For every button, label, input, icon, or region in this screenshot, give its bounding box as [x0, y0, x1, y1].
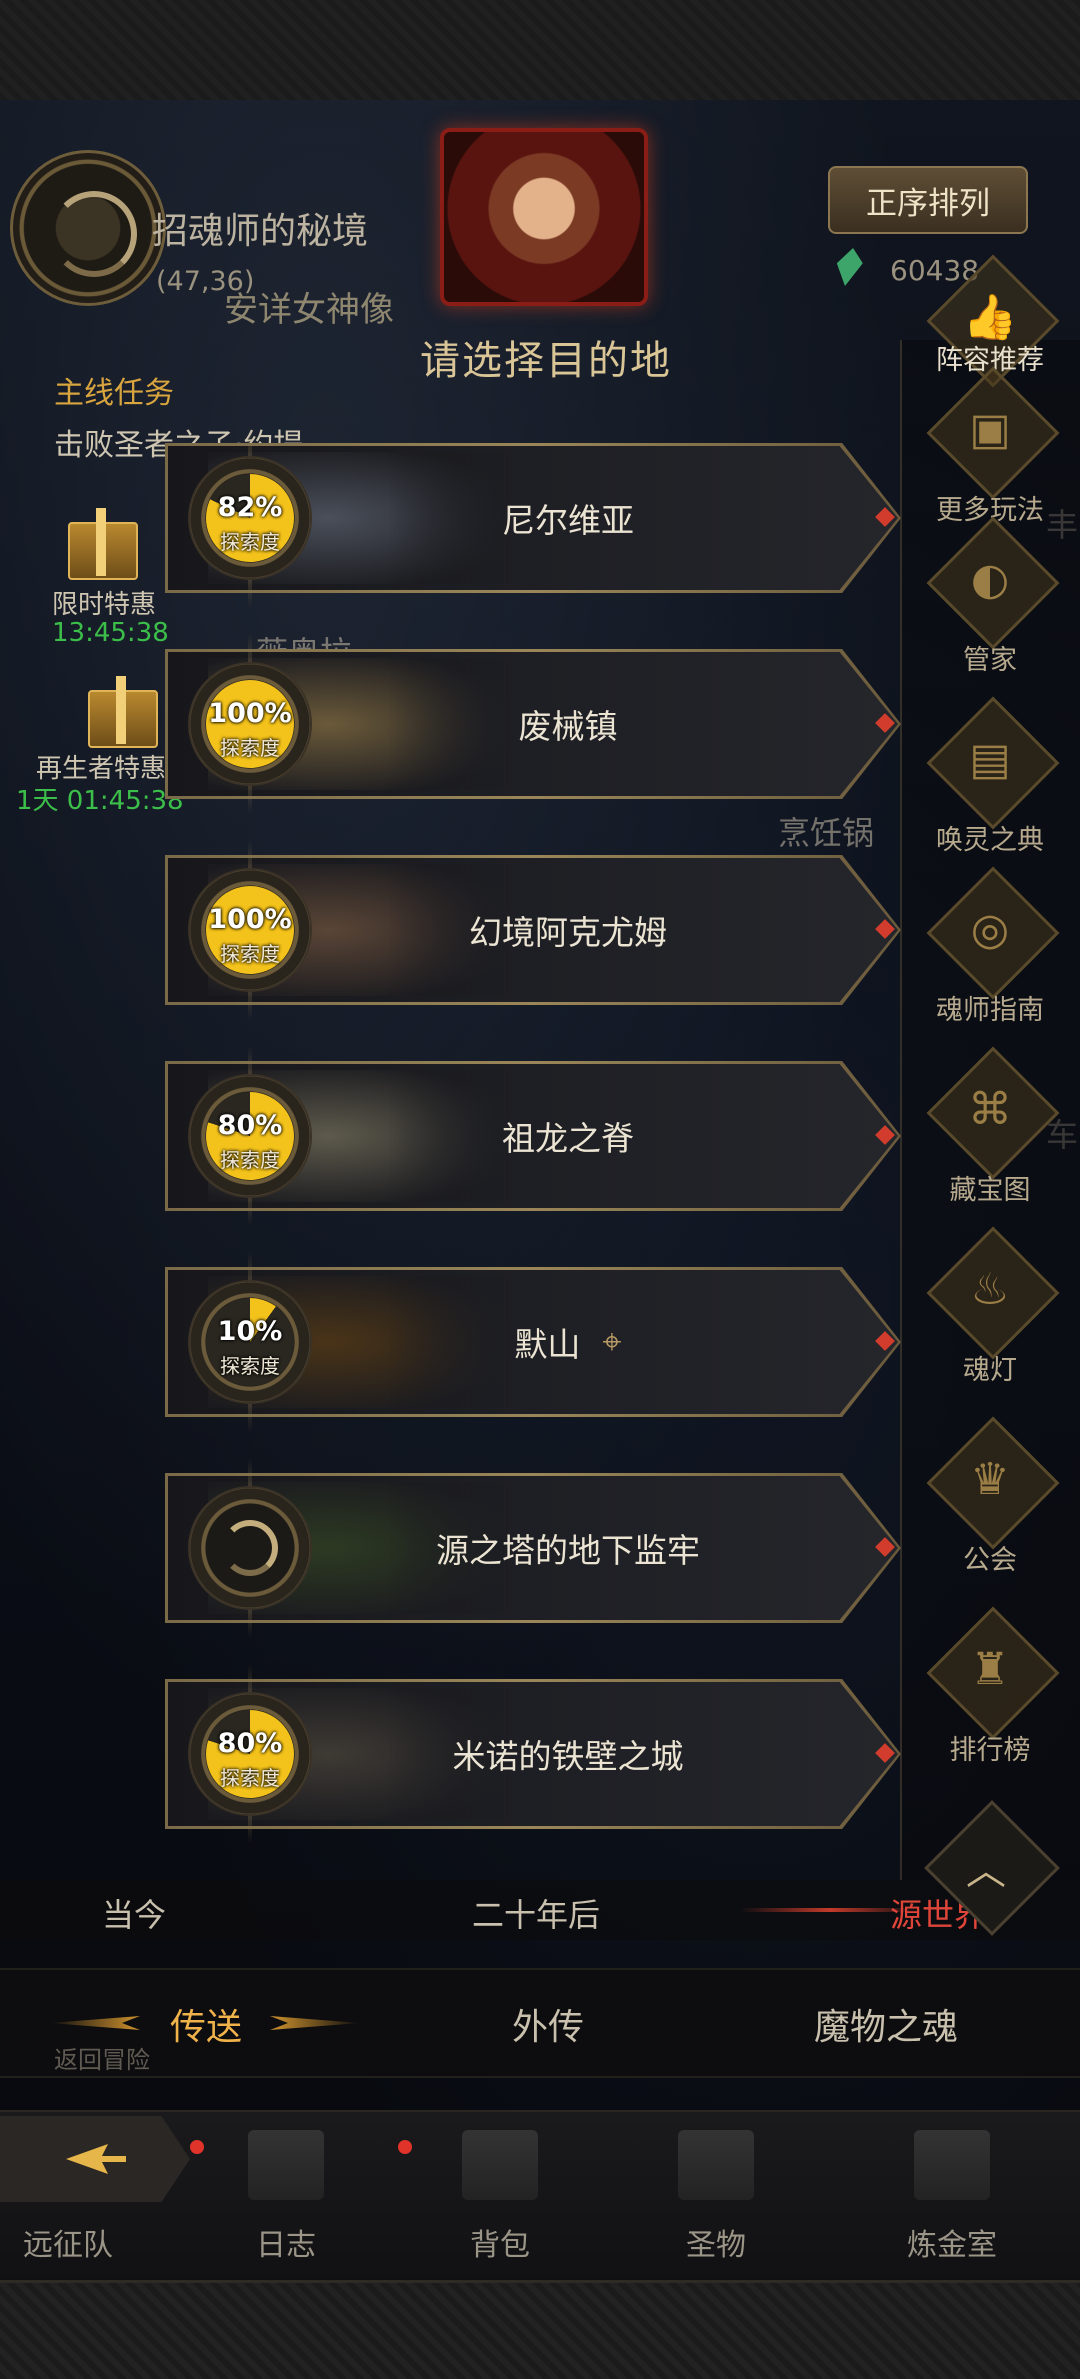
destination-name: 尼尔维亚 — [502, 501, 634, 540]
exploration-percent: 100% — [208, 904, 292, 935]
reborn-offer-gift-icon[interactable] — [76, 668, 166, 748]
sub-location-label: 安详女神像 — [224, 290, 394, 330]
destination-name-wrap: 祖龙之脊 — [368, 1064, 768, 1208]
return-adventure-label: 返回冒险 — [54, 2046, 150, 2074]
exploration-label: 探索度 — [220, 1148, 280, 1172]
limited-offer-gift-icon[interactable] — [56, 500, 146, 580]
era-tab-present[interactable]: 当今 — [102, 1890, 166, 1936]
sort-order-button[interactable]: 正序排列 — [828, 166, 1028, 234]
bottom-nav-label: 背包 — [470, 2228, 530, 2263]
destination-name-wrap: 废械镇 — [368, 652, 768, 796]
exploration-label: 探索度 — [220, 736, 280, 760]
journal-notification-dot — [190, 2140, 204, 2154]
relic-icon — [678, 2130, 754, 2200]
realm-title: 招魂师的秘境 — [152, 211, 369, 252]
exploration-label: 探索度 — [220, 942, 280, 966]
compass-book-icon: ◎ — [970, 904, 1010, 955]
destination-name-wrap: 尼尔维亚 — [368, 446, 768, 590]
exploration-percent: 80% — [217, 1728, 283, 1759]
exploration-medal: 80% 探索度 — [190, 1694, 310, 1814]
bottom-nav-item[interactable]: 远征队 — [0, 2110, 168, 2280]
right-menu-label: 公会 — [963, 1545, 1017, 1576]
exploration-medal: 10% 探索度 — [190, 1282, 310, 1402]
exploration-percent: 10% — [217, 1316, 283, 1347]
tome-icon: ▤ — [969, 734, 1011, 785]
destination-name-wrap: 幻境阿克尤姆 — [368, 858, 768, 1002]
bottom-nav-item[interactable]: 背包 — [400, 2110, 600, 2280]
magic-lamp-icon: ♨ — [970, 1264, 1010, 1315]
butler-mask-icon: ◐ — [970, 554, 1010, 605]
bottom-decorative-border — [0, 2280, 1080, 2379]
journal-scroll-icon — [248, 2130, 324, 2200]
alchemy-icon — [914, 2130, 990, 2200]
bottom-nav-item[interactable]: 炼金室 — [852, 2110, 1052, 2280]
current-location-pin-icon: ⌖ — [602, 1322, 622, 1362]
right-menu-item[interactable]: ♨ 魂灯 — [900, 1226, 1080, 1406]
realm-portal-icon[interactable] — [10, 150, 166, 306]
portal-swirl-icon — [222, 1520, 278, 1576]
tab-side-story[interactable]: 外传 — [512, 1998, 584, 2050]
limited-offer-timer: 13:45:38 — [52, 618, 169, 648]
bottom-nav-label: 远征队 — [23, 2228, 113, 2263]
reborn-offer-timer: 1天 01:45:38 — [16, 786, 184, 816]
main-quest-label: 主线任务 — [54, 376, 174, 411]
exploration-medal: 80% 探索度 — [190, 1076, 310, 1196]
right-menu-label: 魂灯 — [963, 1355, 1017, 1386]
exploration-medal: 100% 探索度 — [190, 870, 310, 990]
exploration-medal: 100% 探索度 — [190, 664, 310, 784]
treasure-map-icon: ⌘ — [968, 1084, 1012, 1135]
era-tab-twenty-years[interactable]: 二十年后 — [472, 1890, 600, 1936]
right-menu-item[interactable]: ♛ 公会 — [900, 1416, 1080, 1596]
locked-portal-medal — [190, 1488, 310, 1608]
right-menu-item[interactable]: ◐ 管家 — [900, 516, 1080, 696]
right-menu-item[interactable]: ♜ 排行榜 — [900, 1606, 1080, 1786]
exploration-label: 探索度 — [220, 530, 280, 554]
destination-name-wrap: 默山 ⌖ — [368, 1270, 768, 1414]
tab-monster-soul[interactable]: 魔物之魂 — [814, 1998, 958, 2050]
right-menu-item[interactable]: ▤ 唤灵之典 — [900, 696, 1080, 876]
right-menu-label: 藏宝图 — [949, 1175, 1031, 1206]
destination-name-wrap: 源之塔的地下监牢 — [368, 1476, 768, 1620]
limited-offer-name: 限时特惠 — [52, 590, 157, 620]
backpack-notification-dot — [398, 2140, 412, 2154]
right-menu-item[interactable]: ◎ 魂师指南 — [900, 866, 1080, 1046]
gift-box-icon: ▣ — [969, 404, 1011, 455]
destination-name: 废械镇 — [518, 707, 618, 746]
tab-teleport[interactable]: 传送 — [170, 1998, 242, 2050]
bottom-nav-item[interactable]: 圣物 — [616, 2110, 816, 2280]
right-menu-item[interactable]: ⌘ 藏宝图 — [900, 1046, 1080, 1226]
exploration-percent: 80% — [217, 1110, 283, 1141]
destination-name-wrap: 米诺的铁壁之城 — [368, 1682, 768, 1826]
bottom-nav-label: 炼金室 — [907, 2228, 997, 2263]
backpack-icon — [462, 2130, 538, 2200]
destination-name: 默山 — [514, 1325, 581, 1364]
destination-name: 源之塔的地下监牢 — [436, 1531, 700, 1570]
trophy-icon: ♜ — [970, 1644, 1010, 1695]
destination-name: 幻境阿克尤姆 — [469, 913, 667, 952]
map-label-cooking-pot: 烹饪锅 — [778, 814, 875, 852]
bottom-nav-label: 圣物 — [686, 2228, 746, 2263]
right-menu-label: 管家 — [963, 645, 1017, 676]
choose-destination-title: 请选择目的地 — [420, 338, 672, 384]
destination-name: 祖龙之脊 — [502, 1119, 634, 1158]
destination-name: 米诺的铁壁之城 — [452, 1737, 684, 1776]
right-menu-label: 魂师指南 — [936, 995, 1044, 1026]
exploration-label: 探索度 — [220, 1766, 280, 1790]
exploration-label: 探索度 — [220, 1354, 280, 1378]
top-decorative-border — [0, 0, 1080, 103]
bottom-nav-item[interactable]: 日志 — [186, 2110, 386, 2280]
hero-avatar[interactable] — [440, 128, 648, 306]
guild-crest-icon: ♛ — [970, 1454, 1010, 1505]
bottom-nav-label: 日志 — [256, 2228, 316, 2263]
exploration-percent: 82% — [217, 492, 283, 523]
exploration-percent: 100% — [208, 698, 292, 729]
right-menu-label: 排行榜 — [949, 1735, 1031, 1766]
chevron-up-icon: ︿ — [966, 1848, 1006, 1894]
right-menu-label: 唤灵之典 — [936, 825, 1044, 856]
exploration-medal: 82% 探索度 — [190, 458, 310, 578]
